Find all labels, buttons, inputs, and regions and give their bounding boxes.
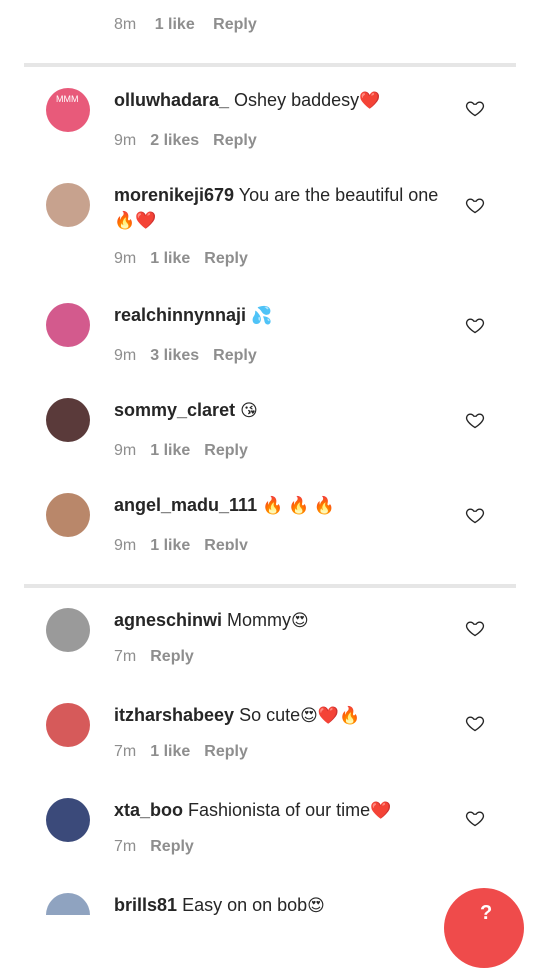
like-heart-icon[interactable]	[465, 808, 485, 828]
comment-item: itzharshabeey So cute😍❤️🔥 7m 1 like Reply	[0, 685, 540, 780]
avatar[interactable]	[46, 398, 90, 442]
comment-emoji: 🔥❤️	[114, 211, 157, 230]
likes-count[interactable]: 3 likes	[150, 347, 199, 364]
avatar[interactable]	[46, 893, 90, 915]
comment-body: sommy_claret 😘	[114, 398, 444, 423]
comment-meta: 9m 1 like Reply	[114, 250, 262, 268]
comment-emoji: 😘	[240, 401, 258, 420]
comment-body: realchinnynnaji 💦	[114, 303, 444, 328]
like-heart-icon[interactable]	[465, 195, 485, 215]
comment-meta: 9m 1 like Reply	[114, 442, 262, 460]
likes-count[interactable]: 1 like	[150, 537, 190, 550]
comment-meta: 9m 1 like Reply	[114, 537, 262, 550]
comment-body: xta_boo Fashionista of our time❤️	[114, 798, 444, 823]
like-heart-icon[interactable]	[465, 505, 485, 525]
likes-count[interactable]: 1 like	[150, 250, 190, 267]
likes-count[interactable]: 1 like	[150, 442, 190, 459]
comment-username[interactable]: morenikeji679	[114, 185, 234, 205]
comment-item: angel_madu_111 🔥 🔥 🔥 9m 1 like Reply	[0, 475, 540, 550]
avatar[interactable]	[46, 493, 90, 537]
reply-button[interactable]: Reply	[150, 648, 194, 665]
like-heart-icon[interactable]	[465, 98, 485, 118]
comment-text: Oshey baddesy	[234, 90, 360, 110]
fab-label: ?	[480, 902, 493, 924]
comment-item: sommy_claret 😘 9m 1 like Reply	[0, 380, 540, 475]
section-divider	[24, 63, 516, 67]
comment-body: agneschinwi Mommy😍	[114, 608, 444, 633]
comment-time: 9m	[114, 250, 137, 267]
like-heart-icon[interactable]	[465, 410, 485, 430]
comment-item: agneschinwi Mommy😍 7m Reply	[0, 590, 540, 685]
comment-item: xta_boo Fashionista of our time❤️ 7m Reply	[0, 780, 540, 875]
comment-text: You are the beautiful one	[238, 185, 439, 205]
comment-emoji: ❤️	[370, 801, 392, 820]
comment-time: 9m	[114, 132, 137, 149]
comment-body: itzharshabeey So cute😍❤️🔥	[114, 703, 444, 728]
comment-body: brills81 Easy on on bob😍	[114, 893, 444, 915]
comment-time: 7m	[114, 838, 137, 855]
comment-username[interactable]: angel_madu_111	[114, 495, 257, 515]
comment-username[interactable]: realchinnynnaji	[114, 305, 246, 325]
comment-text: Fashionista of our time	[188, 800, 371, 820]
comment-item: realchinnynnaji 💦 9m 3 likes Reply	[0, 285, 540, 380]
likes-count[interactable]: 1 like	[155, 16, 195, 33]
section-divider	[24, 584, 516, 588]
reply-button[interactable]: Reply	[150, 838, 194, 855]
comment-meta: 7m Reply	[114, 648, 208, 666]
comment-item: MMM olluwhadara_ Oshey baddesy❤️ 9m 2 likes…	[0, 70, 540, 165]
comment-time: 9m	[114, 442, 137, 459]
comment-username[interactable]: olluwhadara_	[114, 90, 229, 110]
comment-emoji: 😍	[291, 611, 309, 630]
avatar[interactable]	[46, 303, 90, 347]
comment-emoji: 😍	[307, 896, 325, 915]
comment-text: Easy on on bob	[182, 895, 308, 915]
comment-username[interactable]: brills81	[114, 895, 177, 915]
comment-meta: 7m 1 like Reply	[114, 743, 262, 761]
avatar[interactable]: MMM	[46, 88, 90, 132]
comment-meta: 9m 3 likes Reply	[114, 347, 271, 365]
comment-emoji: 🔥 🔥 🔥	[262, 496, 336, 515]
comment-text: So cute	[239, 705, 301, 725]
comment-username[interactable]: agneschinwi	[114, 610, 222, 630]
avatar[interactable]	[46, 798, 90, 842]
comment-time: 8m	[114, 16, 137, 33]
likes-count[interactable]: 1 like	[150, 743, 190, 760]
comment-body: olluwhadara_ Oshey baddesy❤️	[114, 88, 444, 113]
comment-emoji: 💦	[251, 306, 273, 325]
comment-username[interactable]: sommy_claret	[114, 400, 235, 420]
comment-item: morenikeji679 You are the beautiful one 🔥…	[0, 165, 540, 285]
avatar[interactable]	[46, 703, 90, 747]
avatar-text: MMM	[56, 94, 79, 104]
comment-emoji: ❤️	[359, 91, 381, 110]
comment-username[interactable]: xta_boo	[114, 800, 183, 820]
avatar[interactable]	[46, 183, 90, 227]
reply-button[interactable]: Reply	[204, 442, 248, 459]
comment-body: angel_madu_111 🔥 🔥 🔥	[114, 493, 444, 518]
comment-time: 7m	[114, 743, 137, 760]
like-heart-icon[interactable]	[465, 713, 485, 733]
comment-time: 7m	[114, 648, 137, 665]
reply-button[interactable]: Reply	[204, 250, 248, 267]
reply-button[interactable]: Reply	[204, 537, 248, 550]
comment-username[interactable]: itzharshabeey	[114, 705, 234, 725]
like-heart-icon[interactable]	[465, 618, 485, 638]
reply-button[interactable]: Reply	[213, 16, 257, 33]
like-heart-icon[interactable]	[465, 315, 485, 335]
reply-button[interactable]: Reply	[213, 347, 257, 364]
avatar[interactable]	[46, 608, 90, 652]
comment-emoji: 😍❤️🔥	[300, 706, 361, 725]
comment-time: 9m	[114, 347, 137, 364]
floating-action-button[interactable]: ?	[444, 888, 524, 968]
reply-button[interactable]: Reply	[204, 743, 248, 760]
likes-count[interactable]: 2 likes	[150, 132, 199, 149]
comment-meta: 9m 2 likes Reply	[114, 132, 271, 150]
comment-text: Mommy	[227, 610, 292, 630]
comment-meta: 7m Reply	[114, 838, 208, 856]
comment-time: 9m	[114, 537, 137, 550]
reply-button[interactable]: Reply	[213, 132, 257, 149]
comment-body: morenikeji679 You are the beautiful one 🔥…	[114, 183, 444, 233]
comment-meta: 8m 1 like Reply	[114, 16, 271, 34]
